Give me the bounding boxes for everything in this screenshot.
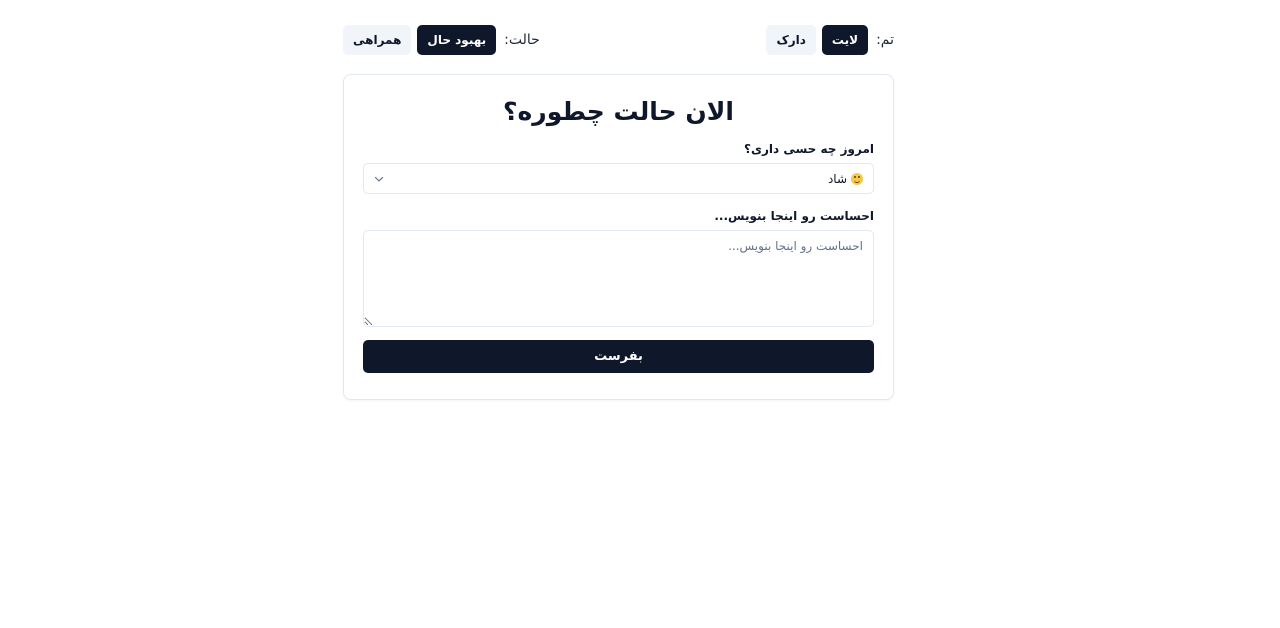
theme-light-button[interactable]: لایت: [821, 25, 869, 55]
smiling-face-icon: [851, 172, 863, 185]
mode-label: حالت:: [504, 32, 540, 48]
feelings-textarea[interactable]: [363, 230, 874, 327]
mood-card: الان حالت چطوره؟ امروز چه حسی داری؟ شاد …: [343, 74, 894, 400]
mood-select-text: شاد: [827, 171, 847, 186]
feelings-label: احساست رو اینجا بنویس...: [714, 209, 874, 223]
submit-button[interactable]: بفرست: [363, 340, 874, 373]
theme-label: تم:: [876, 32, 894, 48]
mood-select-value: شاد: [828, 172, 863, 186]
page-container: تم: لایت دارک حالت: بهبود حال همراهی الا…: [343, 25, 894, 400]
mode-improve-button[interactable]: بهبود حال: [417, 25, 497, 55]
mode-companion-button[interactable]: همراهی: [343, 25, 412, 55]
mood-select[interactable]: شاد: [363, 163, 874, 194]
theme-dark-button[interactable]: دارک: [766, 25, 816, 55]
mode-switcher: حالت: بهبود حال همراهی: [343, 25, 540, 55]
chevron-down-icon: [374, 176, 384, 182]
page-title: الان حالت چطوره؟: [503, 97, 734, 126]
topbar: تم: لایت دارک حالت: بهبود حال همراهی: [343, 25, 894, 55]
theme-switcher: تم: لایت دارک: [766, 25, 894, 55]
mood-select-label: امروز چه حسی داری؟: [744, 142, 874, 156]
